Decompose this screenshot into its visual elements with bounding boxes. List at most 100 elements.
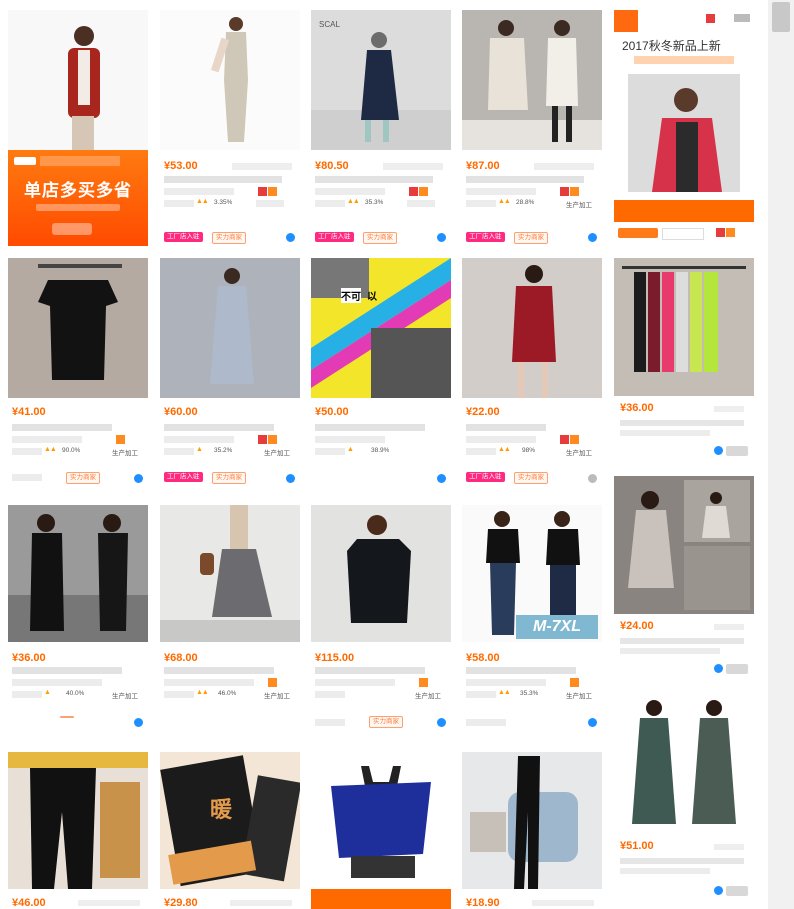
wangwang-icon[interactable]: [134, 718, 143, 727]
product-card[interactable]: ¥68.00 ▲▲ 46.0% 生产加工: [160, 505, 300, 741]
ad-cta-bar[interactable]: [614, 200, 754, 222]
product-image[interactable]: [8, 752, 148, 889]
wangwang-icon[interactable]: [286, 233, 295, 242]
product-image[interactable]: [8, 258, 148, 398]
image-text: 暖: [210, 797, 233, 822]
product-card[interactable]: [311, 752, 451, 909]
product-image[interactable]: 暖: [160, 752, 300, 889]
product-image[interactable]: [462, 752, 602, 889]
product-card[interactable]: ¥41.00 ▲▲ 90.0% 生产加工 实力商家: [8, 258, 148, 494]
product-image[interactable]: [8, 10, 148, 150]
product-image[interactable]: [614, 476, 754, 614]
factory-tag[interactable]: 工厂店入驻: [466, 472, 505, 482]
wangwang-icon[interactable]: [437, 233, 446, 242]
wangwang-icon[interactable]: [437, 718, 446, 727]
product-image[interactable]: [311, 752, 451, 889]
product-price: ¥58.00: [466, 652, 500, 664]
star-icon: ▲▲: [347, 198, 360, 205]
product-card[interactable]: 不可 以 ¥50.00 ▲ 38.9%: [311, 258, 451, 494]
product-price: ¥80.50: [315, 160, 349, 172]
wangwang-icon[interactable]: [134, 474, 143, 483]
product-card[interactable]: 暖 ¥29.80: [160, 752, 300, 909]
promo-bar[interactable]: [311, 889, 451, 909]
wangwang-icon[interactable]: [714, 886, 723, 895]
strength-tag[interactable]: [60, 716, 74, 718]
scrollbar-thumb[interactable]: [772, 2, 790, 32]
contact-button[interactable]: [726, 886, 748, 896]
product-image[interactable]: [311, 505, 451, 642]
wangwang-icon[interactable]: [588, 233, 597, 242]
shop-badge-icon: [419, 678, 428, 687]
product-image[interactable]: [462, 10, 602, 150]
product-card[interactable]: SCAL ¥80.50 ▲▲ 35.3% 工厂店入驻 实力商家: [311, 10, 451, 246]
product-image[interactable]: 不可 以: [311, 258, 451, 398]
promo-banner[interactable]: 单店多买多省: [8, 150, 148, 246]
wangwang-icon[interactable]: [437, 474, 446, 483]
product-image[interactable]: [160, 10, 300, 150]
wangwang-icon[interactable]: [714, 664, 723, 673]
factory-tag[interactable]: 工厂店入驻: [164, 472, 203, 482]
product-card[interactable]: ¥115.00 生产加工 实力商家: [311, 505, 451, 741]
service-label: 生产加工: [112, 693, 138, 700]
metric: 3.35%: [214, 199, 233, 206]
factory-tag[interactable]: 工厂店入驻: [164, 232, 203, 242]
star-icon: ▲▲: [498, 689, 511, 696]
product-image[interactable]: [614, 694, 754, 832]
product-card[interactable]: 单店多买多省: [8, 10, 148, 246]
product-card[interactable]: ¥22.00 ▲▲ 98% 生产加工 工厂店入驻 实力商家: [462, 258, 602, 494]
metric: 98%: [522, 447, 536, 454]
image-text: SCAL: [319, 20, 340, 29]
product-image[interactable]: [160, 505, 300, 642]
shop-badge-icon: [268, 187, 277, 196]
factory-tag[interactable]: 工厂店入驻: [315, 232, 354, 242]
strength-tag[interactable]: 实力商家: [212, 232, 246, 244]
product-image[interactable]: [614, 258, 754, 396]
metric: 35.3%: [365, 199, 384, 206]
image-text-1: 不可: [341, 288, 361, 303]
product-card[interactable]: ¥51.00: [614, 694, 754, 904]
strength-tag[interactable]: 实力商家: [212, 472, 246, 484]
shop-badge-icon: [570, 187, 579, 196]
product-card[interactable]: ¥36.00: [614, 258, 754, 463]
product-price: ¥50.00: [315, 406, 349, 418]
strength-tag[interactable]: 实力商家: [369, 716, 403, 728]
product-card[interactable]: M-7XL ¥58.00 ▲▲ 35.3% 生产加工: [462, 505, 602, 741]
shop-badge-icon: [706, 14, 715, 23]
product-price: ¥41.00: [12, 406, 46, 418]
contact-button[interactable]: [726, 446, 748, 456]
scrollbar[interactable]: [768, 0, 794, 909]
ad-card[interactable]: 2017秋冬新品上新: [614, 10, 754, 246]
product-image[interactable]: [462, 258, 602, 398]
ad-badge: [614, 10, 638, 32]
strength-tag[interactable]: 实力商家: [514, 232, 548, 244]
product-image[interactable]: [160, 258, 300, 398]
factory-tag[interactable]: 工厂店入驻: [466, 232, 505, 242]
product-card[interactable]: ¥46.00: [8, 752, 148, 909]
product-card[interactable]: ¥18.90: [462, 752, 602, 909]
star-icon: ▲: [44, 689, 51, 696]
product-card[interactable]: ¥24.00: [614, 476, 754, 681]
wangwang-icon[interactable]: [714, 446, 723, 455]
product-card[interactable]: ¥87.00 ▲▲ 28.8% 生产加工 工厂店入驻 实力商家: [462, 10, 602, 246]
image-text: M-7XL: [516, 615, 598, 639]
strength-tag[interactable]: 实力商家: [66, 472, 100, 484]
strength-tag[interactable]: 实力商家: [363, 232, 397, 244]
ad-image[interactable]: [628, 74, 740, 192]
product-card[interactable]: ¥60.00 ▲ 35.2% 生产加工 工厂店入驻 实力商家: [160, 258, 300, 494]
strength-tag[interactable]: 实力商家: [514, 472, 548, 484]
contact-button[interactable]: [726, 664, 748, 674]
product-image[interactable]: [8, 505, 148, 642]
wangwang-icon[interactable]: [588, 718, 597, 727]
shop-badge-icon: [726, 228, 735, 237]
shop-badge-icon: [419, 187, 428, 196]
product-card[interactable]: ¥53.00 ▲▲ 3.35% 工厂店入驻 实力商家: [160, 10, 300, 246]
product-price: ¥87.00: [466, 160, 500, 172]
wangwang-icon[interactable]: [588, 474, 597, 483]
shop-badge-icon: [716, 228, 725, 237]
product-card[interactable]: ¥36.00 ▲ 40.0% 生产加工: [8, 505, 148, 741]
product-image[interactable]: M-7XL: [462, 505, 602, 642]
product-image[interactable]: SCAL: [311, 10, 451, 150]
star-icon: ▲: [196, 446, 203, 453]
wangwang-icon[interactable]: [286, 474, 295, 483]
ad-label: [734, 14, 750, 22]
